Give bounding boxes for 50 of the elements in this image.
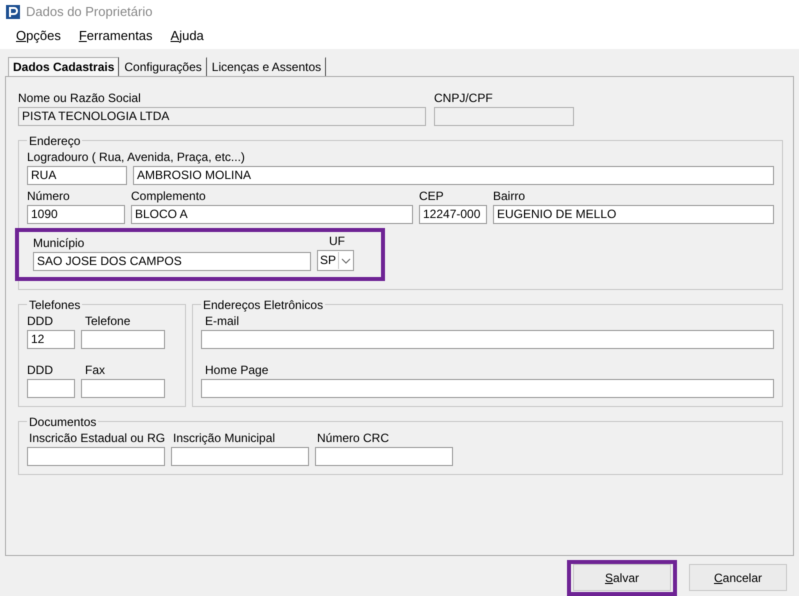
caret-icon [338,252,354,269]
phone-field[interactable] [81,330,165,349]
email-field[interactable] [201,330,774,349]
field-label: Inscricão Estadual ou RG [28,430,165,445]
document-field[interactable] [27,446,165,466]
field-label: E-mail [204,314,240,328]
menu-item[interactable]: Ferramentas [78,28,153,44]
group-title: Endereço [28,134,82,148]
field-label: Número CRC [316,430,390,445]
field-label: DDD [27,362,54,377]
field-label: CEP [419,188,445,203]
street-field[interactable]: AMBROSIO MOLINA [133,166,774,185]
street-type-field[interactable]: RUA [27,166,127,185]
field-label: Número [27,188,71,203]
field-label: UF [328,234,346,248]
dialog-button[interactable]: Salvar [573,564,671,591]
field-label: DDD [27,314,54,328]
field-label: Home Page [204,362,270,377]
group-title: Endereços Eletrônicos [202,298,324,312]
cnpj-field[interactable] [434,106,574,126]
group-title: Telefones [28,298,82,312]
document-field[interactable] [171,446,309,466]
document-field[interactable] [315,446,453,466]
fax-ddd-field[interactable] [27,378,75,398]
field-label: Telefone [84,314,132,328]
field-label: Nome ou Razão Social [18,90,142,105]
field-label: Logradouro ( Rua, Avenida, Praça, etc...) [27,150,246,164]
app-logo-icon [6,4,20,19]
city-field[interactable]: SAO JOSE DOS CAMPOS [33,252,311,271]
menu-item[interactable]: Ajuda [170,28,204,44]
cep-field[interactable]: 12247-000 [419,204,487,224]
fax-field[interactable] [81,378,165,398]
window-title: Dados do Proprietário [26,4,152,20]
field-label: Bairro [493,188,526,203]
group-title: Documentos [28,414,98,429]
field-label: Fax [84,362,106,377]
district-field[interactable]: EUGENIO DE MELLO [493,204,774,224]
field-label: CNPJ/CPF [434,90,494,105]
menu-item[interactable]: Opções [16,28,61,44]
field-label: Inscrição Municipal [172,430,276,445]
tab[interactable]: Dados Cadastrais [8,56,120,76]
number-field[interactable]: 1090 [27,204,125,224]
name-field[interactable]: PISTA TECNOLOGIA LTDA [18,106,426,126]
complement-field[interactable]: BLOCO A [131,204,413,224]
dialog-button[interactable]: Cancelar [689,564,787,591]
ddd-field[interactable]: 12 [27,330,75,349]
homepage-field[interactable] [201,378,774,398]
uf-dropdown[interactable]: SP [317,250,354,271]
field-label: Complemento [131,188,207,203]
field-label: Município [33,236,86,250]
